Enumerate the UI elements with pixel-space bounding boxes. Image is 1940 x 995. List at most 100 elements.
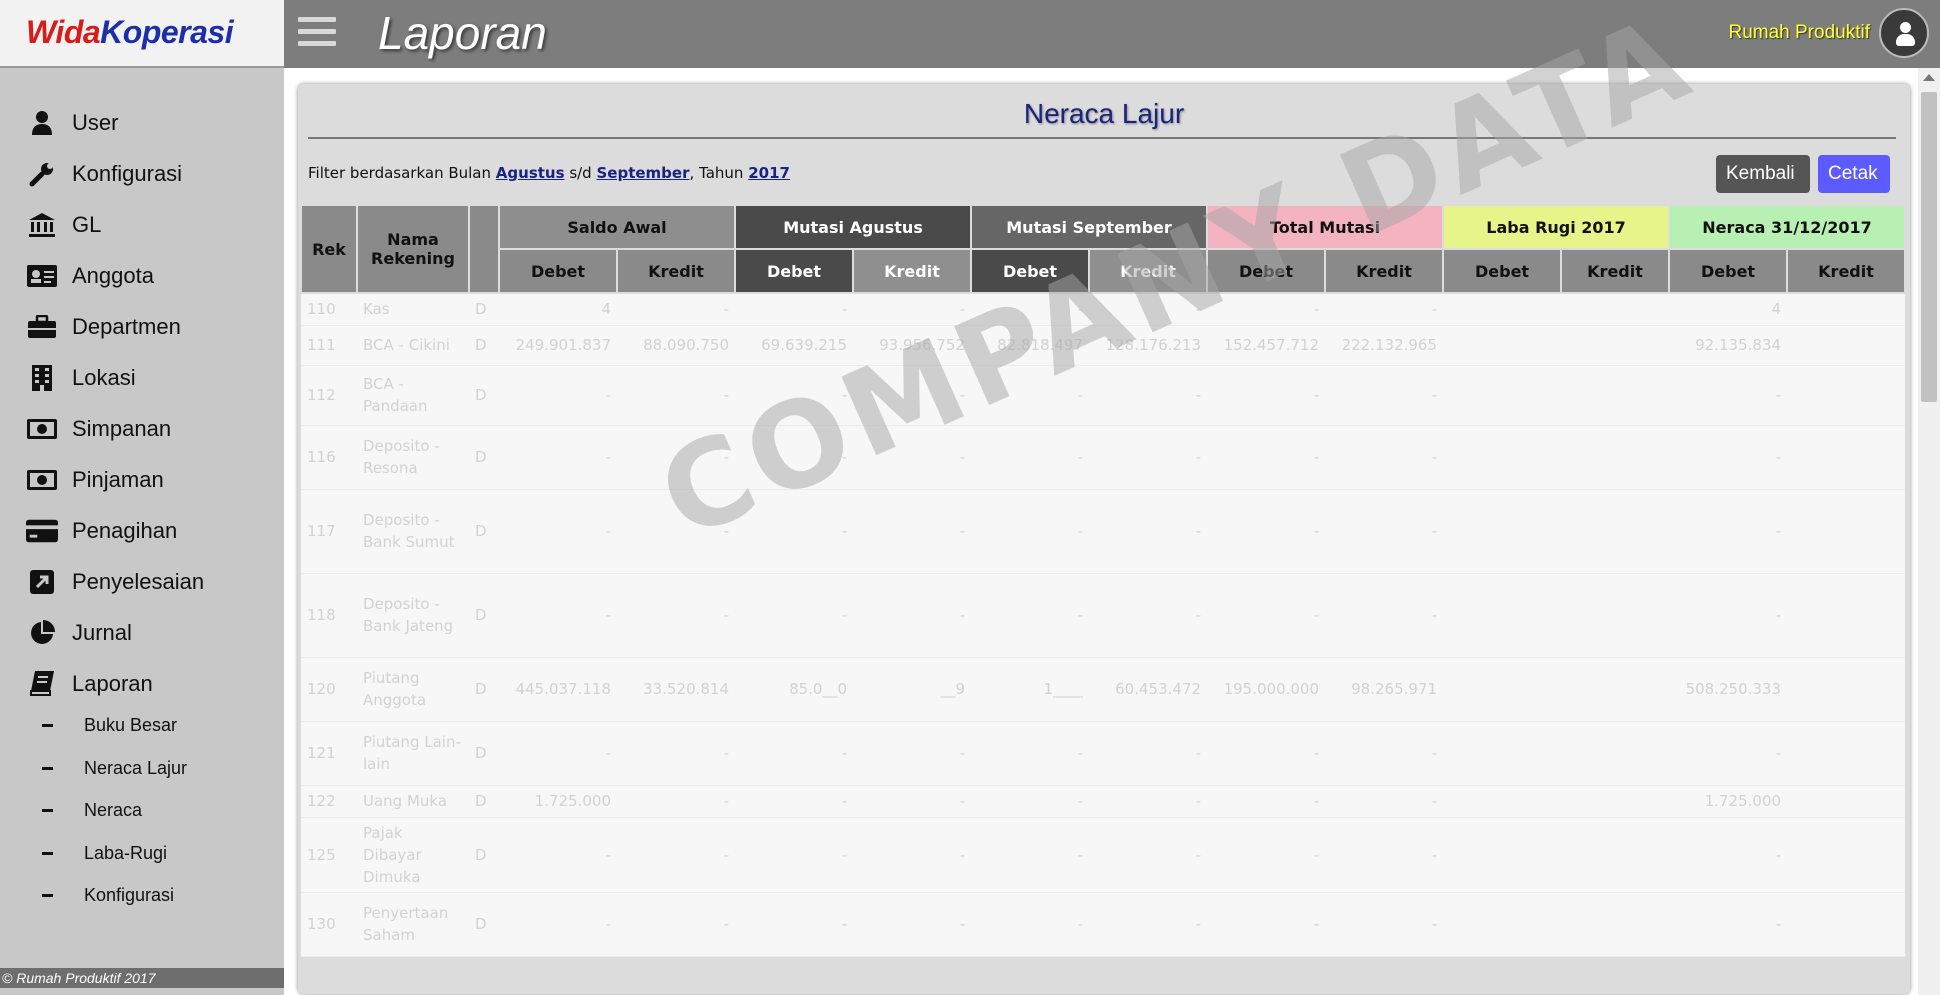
sidebar-subitem-label: Laba-Rugi: [84, 842, 168, 863]
cell-amount: -: [1669, 817, 1788, 893]
cell-amount: [1787, 785, 1906, 818]
print-button[interactable]: Cetak: [1818, 155, 1890, 193]
cell-amount: 1.725.000: [1669, 785, 1788, 818]
cell-amount: -: [853, 489, 972, 574]
cell-nama-rekening: Deposito - Bank Jateng: [357, 573, 469, 658]
sidebar-item-gl[interactable]: GL: [26, 205, 101, 245]
cell-amount: -: [971, 489, 1090, 574]
sidebar-item-penyelesaian[interactable]: Penyelesaian: [26, 562, 204, 602]
cell-amount: -: [617, 425, 736, 490]
sidebar-item-label: Departmen: [72, 314, 181, 339]
cell-amount: [1561, 489, 1670, 574]
book-icon: [26, 671, 58, 697]
header-rek: Rek: [300, 204, 358, 294]
cell-amount: 128.176.213: [1089, 325, 1208, 366]
cell-amount: [1443, 573, 1562, 658]
cell-nama-rekening: BCA - Pandaan: [357, 365, 469, 426]
table-row: 111 BCA - Cikini D 249.901.837 88.090.750 69.…: [301, 325, 1906, 366]
cell-amount: [1443, 817, 1562, 893]
pie-chart-icon: [26, 620, 58, 646]
cell-amount: 98.265.971: [1325, 657, 1444, 722]
menu-toggle-icon[interactable]: [298, 17, 336, 49]
sidebar-item-jurnal[interactable]: Jurnal: [26, 613, 132, 653]
sidebar-subitem-laba-rugi[interactable]: Laba-Rugi: [42, 838, 167, 868]
sidebar-item-konfigurasi[interactable]: Konfigurasi: [26, 154, 182, 194]
table-row: 130 Penyertaan Saham D - - - - - - - - -: [301, 892, 1906, 957]
cell-rek: 111: [301, 325, 357, 366]
cell-amount: -: [1669, 489, 1788, 574]
cell-dk: D: [469, 325, 499, 366]
back-button[interactable]: Kembali: [1716, 155, 1810, 193]
sidebar-item-label: Anggota: [72, 263, 154, 288]
cell-nama-rekening: Deposito - Resona: [357, 425, 469, 490]
cell-amount: [1561, 657, 1670, 722]
header-nama-rekening: Nama Rekening: [356, 204, 470, 294]
cell-amount: -: [735, 892, 854, 957]
cell-amount: 4: [499, 293, 617, 326]
sidebar-subitem-buku-besar[interactable]: Buku Besar: [42, 710, 177, 740]
cell-amount: -: [853, 293, 972, 326]
cell-amount: [1443, 425, 1562, 490]
sidebar-subitem-neraca-lajur[interactable]: Neraca Lajur: [42, 753, 187, 783]
sidebar-item-departmen[interactable]: Departmen: [26, 307, 181, 347]
sidebar-item-label: Penagihan: [72, 518, 178, 543]
sidebar-subitem-neraca[interactable]: Neraca: [42, 795, 142, 825]
header-mutasi-agustus: Mutasi Agustus: [734, 204, 973, 250]
scroll-up-icon[interactable]: [1923, 74, 1935, 81]
sidebar-item-penagihan[interactable]: Penagihan: [26, 511, 177, 551]
sidebar-item-pinjaman[interactable]: Pinjaman: [26, 460, 164, 500]
cell-amount: [1561, 425, 1670, 490]
cell-amount: [1787, 489, 1906, 574]
scroll-thumb[interactable]: [1921, 92, 1937, 402]
cell-amount: -: [1089, 293, 1208, 326]
cell-dk: D: [469, 657, 499, 722]
table-row: 122 Uang Muka D 1.725.000- - - - - - -1.725.000: [301, 785, 1906, 818]
sidebar-item-label: User: [72, 110, 119, 135]
cell-dk: D: [469, 785, 499, 818]
cell-amount: -: [1207, 365, 1326, 426]
cell-dk: D: [469, 817, 499, 893]
filter-year-link[interactable]: 2017: [748, 164, 790, 182]
user-avatar-icon[interactable]: [1879, 8, 1929, 58]
cell-amount: -: [1207, 489, 1326, 574]
sidebar-item-user[interactable]: User: [26, 103, 118, 143]
filter-month-from-link[interactable]: Agustus: [496, 164, 565, 182]
cell-rek: 112: [301, 365, 357, 426]
cell-amount: [1787, 573, 1906, 658]
top-bar: WidaKoperasi Laporan Rumah Produktif: [0, 0, 1940, 68]
sidebar-subitem-konfigurasi[interactable]: Konfigurasi: [42, 880, 174, 910]
cell-amount: -: [617, 817, 736, 893]
cell-rek: 130: [301, 892, 357, 957]
cell-amount: [1443, 785, 1562, 818]
cell-amount: -: [1669, 365, 1788, 426]
cell-amount: -: [971, 817, 1090, 893]
cell-amount: [1443, 489, 1562, 574]
cell-amount: 1.725.000: [499, 785, 617, 818]
cell-amount: -: [1325, 892, 1444, 957]
sidebar-item-lokasi[interactable]: Lokasi: [26, 358, 136, 398]
title-divider: [308, 137, 1896, 139]
table-row: 120 Piutang Anggota D 445.037.118 33.520.814…: [301, 657, 1906, 722]
filter-month-to-link[interactable]: September: [596, 164, 689, 182]
id-card-icon: [26, 263, 58, 289]
cell-amount: -: [735, 721, 854, 786]
sidebar-item-anggota[interactable]: Anggota: [26, 256, 154, 296]
org-name[interactable]: Rumah Produktif: [1728, 22, 1870, 44]
cell-rek: 117: [301, 489, 357, 574]
cell-amount: -: [853, 425, 972, 490]
sidebar-item-simpanan[interactable]: Simpanan: [26, 409, 171, 449]
app-logo[interactable]: WidaKoperasi: [26, 14, 234, 51]
cell-amount: 88.090.750: [617, 325, 736, 366]
cell-dk: D: [469, 365, 499, 426]
header-debet: Debet: [1668, 248, 1789, 294]
cell-amount: 445.037.118: [499, 657, 617, 722]
sidebar-subitem-label: Neraca: [84, 799, 143, 820]
header-debet: Debet: [970, 248, 1091, 294]
cell-amount: 249.901.837: [499, 325, 617, 366]
cell-amount: -: [1325, 785, 1444, 818]
cell-nama-rekening: Kas: [357, 293, 469, 326]
cell-amount: [1561, 325, 1670, 366]
cell-amount: 1____: [971, 657, 1090, 722]
scrollbar[interactable]: [1918, 68, 1940, 995]
sidebar-item-laporan[interactable]: Laporan: [26, 664, 153, 704]
